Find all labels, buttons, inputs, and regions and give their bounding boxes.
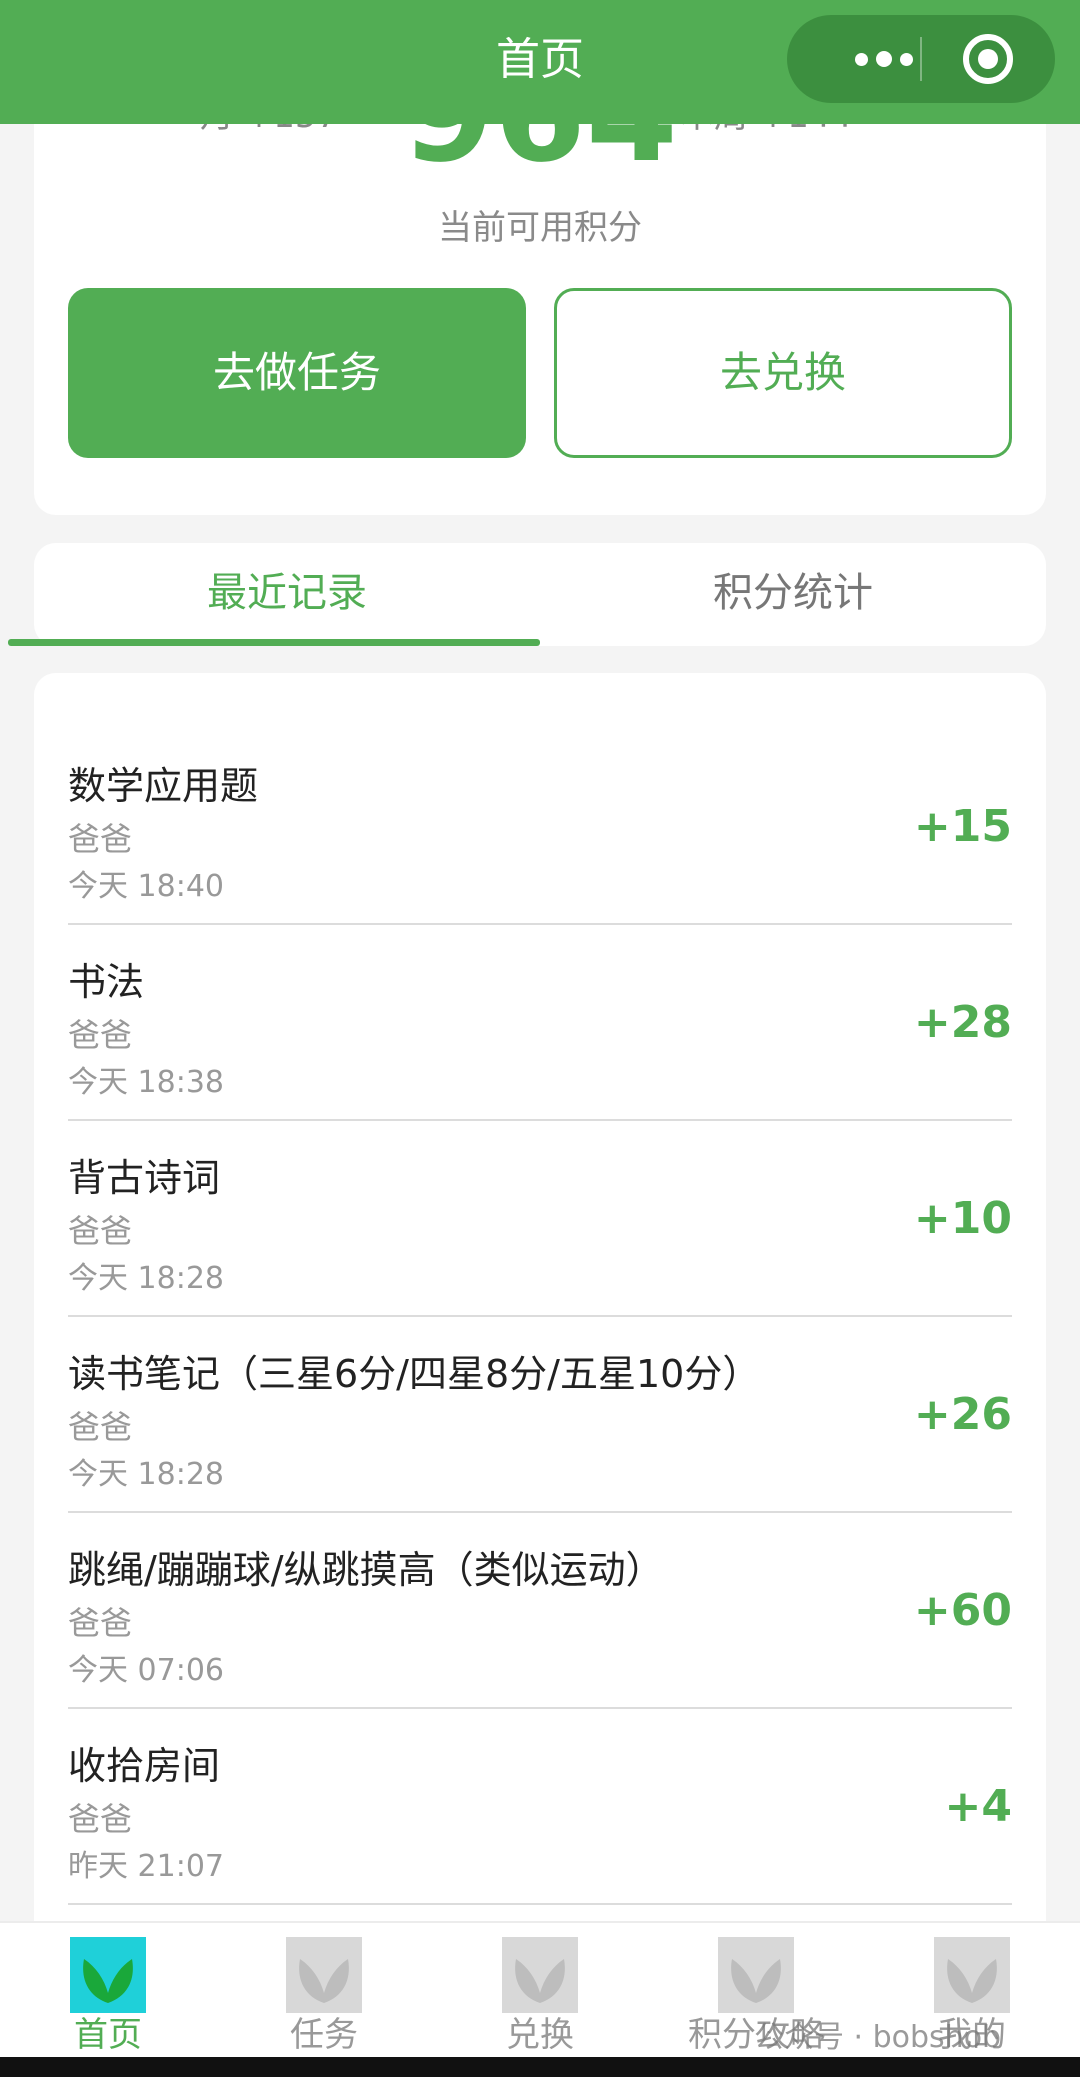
list-item[interactable]: 数学应用题 爸爸 今天 18:40 +15 xyxy=(68,753,1012,949)
divider xyxy=(68,923,1012,925)
task-leaf-icon xyxy=(286,1937,362,2013)
tabbar-item-tasks[interactable]: 任务 xyxy=(244,1937,404,2057)
record-points: +15 xyxy=(913,801,1012,852)
record-title: 书法 xyxy=(68,960,145,1004)
navigation-bar: 首页 xyxy=(0,0,1080,124)
divider xyxy=(68,1903,1012,1905)
list-item[interactable]: 读书笔记（三星6分/四星8分/五星10分） 爸爸 今天 18:28 +26 xyxy=(68,1341,1012,1537)
record-time: 今天 18:28 xyxy=(68,1261,224,1296)
tabbar-label: 兑换 xyxy=(506,2015,574,2055)
do-task-button[interactable]: 去做任务 xyxy=(68,288,526,458)
list-item[interactable]: 书法 爸爸 今天 18:38 +28 xyxy=(68,949,1012,1145)
tabbar-item-home[interactable]: 首页 xyxy=(28,1937,188,2057)
record-author: 爸爸 xyxy=(68,1408,133,1446)
record-title: 背古诗词 xyxy=(68,1156,221,1200)
system-bottom-strip xyxy=(0,2057,1080,2077)
profile-leaf-icon xyxy=(934,1937,1010,2013)
active-tab-indicator xyxy=(8,639,540,646)
close-target-icon[interactable] xyxy=(963,34,1013,84)
divider xyxy=(68,1119,1012,1121)
record-time: 今天 07:06 xyxy=(68,1653,224,1688)
list-item[interactable]: 收拾房间 爸爸 昨天 21:07 +4 xyxy=(68,1733,1012,1929)
record-author: 爸爸 xyxy=(68,1212,133,1250)
exchange-leaf-icon xyxy=(502,1937,578,2013)
record-points: +26 xyxy=(913,1389,1012,1440)
record-time: 今天 18:28 xyxy=(68,1457,224,1492)
record-author: 爸爸 xyxy=(68,1016,133,1054)
exchange-button[interactable]: 去兑换 xyxy=(554,288,1012,458)
available-points-label: 当前可用积分 xyxy=(438,208,642,248)
record-tabs: 最近记录 积分统计 xyxy=(34,543,1046,646)
record-author: 爸爸 xyxy=(68,1800,133,1838)
capsule-divider xyxy=(920,37,922,81)
record-points: +10 xyxy=(913,1193,1012,1244)
record-points: +4 xyxy=(944,1781,1012,1832)
divider xyxy=(68,1707,1012,1709)
record-time: 昨天 21:07 xyxy=(68,1849,224,1884)
home-leaf-icon xyxy=(70,1937,146,2013)
record-time: 今天 18:38 xyxy=(68,1065,224,1100)
record-title: 数学应用题 xyxy=(68,764,259,808)
divider xyxy=(68,1511,1012,1513)
watermark-text: 公众号 · bobshob xyxy=(754,2020,1002,2055)
more-icon[interactable] xyxy=(825,15,925,103)
record-author: 爸爸 xyxy=(68,820,133,858)
record-title: 读书笔记（三星6分/四星8分/五星10分） xyxy=(68,1352,761,1396)
record-title: 收拾房间 xyxy=(68,1744,221,1788)
divider xyxy=(68,1315,1012,1317)
record-author: 爸爸 xyxy=(68,1604,133,1642)
record-title: 跳绳/蹦蹦球/纵跳摸高（类似运动） xyxy=(68,1548,664,1592)
record-points: +28 xyxy=(913,997,1012,1048)
tabbar-item-exchange[interactable]: 兑换 xyxy=(460,1937,620,2057)
tabbar-label: 任务 xyxy=(290,2015,358,2055)
mini-program-capsule[interactable] xyxy=(787,15,1055,103)
guide-leaf-icon xyxy=(718,1937,794,2013)
record-points: +60 xyxy=(913,1585,1012,1636)
tab-points-stats[interactable]: 积分统计 xyxy=(540,543,1046,646)
tab-recent-records[interactable]: 最近记录 xyxy=(34,543,540,646)
record-time: 今天 18:40 xyxy=(68,869,224,904)
list-item[interactable]: 背古诗词 爸爸 今天 18:28 +10 xyxy=(68,1145,1012,1341)
list-item[interactable]: 跳绳/蹦蹦球/纵跳摸高（类似运动） 爸爸 今天 07:06 +60 xyxy=(68,1537,1012,1733)
tabbar-label: 首页 xyxy=(74,2015,142,2055)
